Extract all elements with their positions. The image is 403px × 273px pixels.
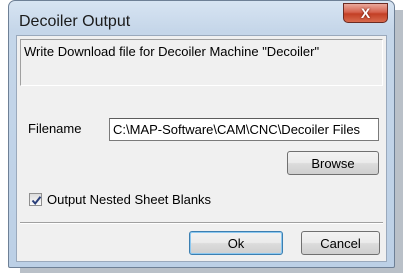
ok-button-label: Ok <box>227 235 245 251</box>
ok-button[interactable]: Ok <box>189 231 283 255</box>
title-bar[interactable]: Decoiler Output X <box>9 1 394 35</box>
close-button[interactable]: X <box>343 3 388 23</box>
divider <box>20 222 383 224</box>
close-icon: X <box>360 5 371 21</box>
message-box: Write Download file for Decoiler Machine… <box>20 39 383 86</box>
filename-input[interactable]: C:\MAP-Software\CAM\CNC\Decoiler Files <box>109 118 379 141</box>
dialog-client-area: Write Download file for Decoiler Machine… <box>16 35 387 262</box>
filename-label: Filename <box>28 121 82 136</box>
browse-button-label: Browse <box>311 155 355 171</box>
window-title: Decoiler Output <box>19 13 131 30</box>
message-text: Write Download file for Decoiler Machine… <box>24 44 320 59</box>
checkmark-icon <box>31 196 42 206</box>
browse-button[interactable]: Browse <box>287 151 379 175</box>
dialog-window: Decoiler Output X Write Download file fo… <box>8 0 395 268</box>
output-nested-sheet-blanks-label[interactable]: Output Nested Sheet Blanks <box>47 192 211 207</box>
cancel-button-label: Cancel <box>320 235 361 251</box>
output-nested-sheet-blanks-checkbox[interactable] <box>29 193 42 206</box>
cancel-button[interactable]: Cancel <box>301 231 380 255</box>
